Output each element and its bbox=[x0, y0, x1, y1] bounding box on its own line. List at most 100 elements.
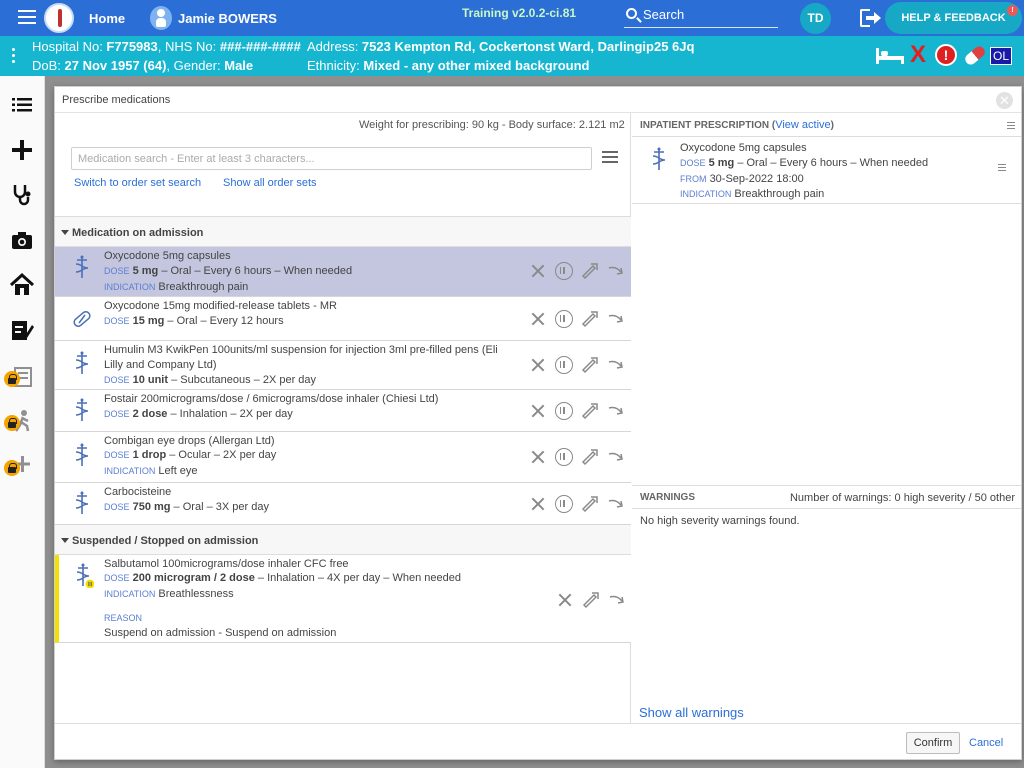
allergy-pill-icon[interactable] bbox=[963, 44, 987, 67]
stop-icon[interactable] bbox=[529, 448, 547, 466]
prescribe-edit-icon[interactable] bbox=[581, 310, 599, 328]
camera-icon[interactable] bbox=[8, 226, 36, 254]
medication-symbol-icon bbox=[75, 491, 89, 514]
gender: Male bbox=[224, 58, 254, 73]
kebab-menu-icon[interactable] bbox=[12, 48, 16, 66]
prescribe-edit-icon[interactable] bbox=[581, 495, 599, 513]
continue-icon[interactable] bbox=[607, 262, 625, 280]
ethnicity: Mixed - any other mixed background bbox=[363, 58, 590, 73]
prescribe-edit-icon[interactable] bbox=[581, 402, 599, 420]
medication-search-input[interactable] bbox=[71, 147, 592, 170]
section-title: Medication on admission bbox=[72, 227, 204, 239]
logout-icon[interactable] bbox=[860, 9, 881, 27]
confirm-button[interactable]: Confirm bbox=[906, 732, 960, 754]
user-avatar[interactable]: TD bbox=[800, 3, 831, 34]
stop-icon[interactable] bbox=[529, 402, 547, 420]
resus-status-icon[interactable]: X bbox=[910, 42, 926, 68]
lock-icon bbox=[4, 371, 20, 387]
dialog-footer: Confirm Cancel bbox=[55, 723, 1021, 760]
medication-row[interactable]: Carbocisteine DOSE 750 mg – Oral – 3X pe… bbox=[55, 483, 631, 525]
weight-info: Weight for prescribing: 90 kg - Body sur… bbox=[359, 119, 625, 131]
sidebar bbox=[0, 76, 45, 768]
medication-search-area: Switch to order set search Show all orde… bbox=[55, 137, 631, 217]
medication-row[interactable]: Oxycodone 5mg capsules DOSE 5 mg – Oral … bbox=[55, 247, 631, 297]
prescribe-medications-dialog: Prescribe medications ✕ Weight for presc… bbox=[54, 86, 1022, 760]
lock-icon bbox=[4, 415, 20, 431]
medication-row[interactable]: Combigan eye drops (Allergan Ltd) DOSE 1… bbox=[55, 432, 631, 483]
stop-icon[interactable] bbox=[529, 495, 547, 513]
prescribe-edit-icon[interactable] bbox=[581, 262, 599, 280]
help-feedback-label: HELP & FEEDBACK bbox=[901, 12, 1006, 24]
show-all-warnings-link[interactable]: Show all warnings bbox=[639, 705, 744, 720]
inpatient-menu-icon[interactable] bbox=[1007, 122, 1015, 131]
document-edit-icon[interactable] bbox=[8, 316, 36, 344]
inpatient-item[interactable]: Oxycodone 5mg capsules DOSE 5 mg – Oral … bbox=[632, 137, 1021, 204]
continue-icon[interactable] bbox=[607, 402, 625, 420]
medication-symbol-icon bbox=[652, 147, 666, 170]
dialog-title: Prescribe medications bbox=[62, 94, 171, 106]
prescribe-edit-icon[interactable] bbox=[581, 448, 599, 466]
list-icon[interactable] bbox=[8, 91, 36, 119]
continue-icon[interactable] bbox=[607, 495, 625, 513]
menu-icon[interactable] bbox=[18, 10, 36, 24]
banner-ids: Hospital No: F775983, NHS No: ###-###-##… bbox=[32, 39, 301, 54]
hamburger-menu-icon[interactable] bbox=[602, 151, 618, 166]
suspend-icon[interactable] bbox=[555, 495, 573, 513]
stop-icon[interactable] bbox=[556, 591, 574, 609]
continue-icon[interactable] bbox=[607, 448, 625, 466]
stop-icon[interactable] bbox=[529, 310, 547, 328]
banner-ethnicity: Ethnicity: Mixed - any other mixed backg… bbox=[307, 58, 590, 73]
plus-icon[interactable] bbox=[8, 136, 36, 164]
alert-icon[interactable]: ! bbox=[935, 44, 957, 66]
help-badge: ! bbox=[1007, 5, 1018, 16]
global-search[interactable]: Search bbox=[624, 5, 778, 28]
section-medication-on-admission[interactable]: Medication on admission bbox=[55, 217, 631, 247]
section-suspended-stopped[interactable]: Suspended / Stopped on admission bbox=[55, 525, 631, 555]
section-title: Suspended / Stopped on admission bbox=[72, 535, 259, 547]
app-logo-icon[interactable] bbox=[44, 3, 74, 33]
show-all-order-sets-link[interactable]: Show all order sets bbox=[223, 177, 317, 189]
continue-icon[interactable] bbox=[607, 310, 625, 328]
cancel-button[interactable]: Cancel bbox=[969, 737, 1003, 749]
continue-icon[interactable] bbox=[607, 356, 625, 374]
switch-order-set-link[interactable]: Switch to order set search bbox=[74, 177, 201, 189]
suspend-icon[interactable] bbox=[555, 402, 573, 420]
prescribe-edit-icon[interactable] bbox=[581, 356, 599, 374]
row-actions bbox=[529, 495, 629, 515]
prescribe-edit-icon[interactable] bbox=[582, 591, 600, 609]
suspend-icon[interactable] bbox=[555, 262, 573, 280]
suspend-icon[interactable] bbox=[555, 448, 573, 466]
suspend-icon[interactable] bbox=[555, 310, 573, 328]
warnings-count: Number of warnings: 0 high severity / 50… bbox=[789, 492, 1015, 504]
item-menu-icon[interactable] bbox=[998, 164, 1006, 173]
inpatient-header: INPATIENT PRESCRIPTION (View active) bbox=[632, 113, 1021, 137]
home-link[interactable]: Home bbox=[89, 11, 125, 26]
stop-icon[interactable] bbox=[529, 262, 547, 280]
view-active-link[interactable]: View active bbox=[775, 119, 830, 131]
training-version: Training v2.0.2-ci.81 bbox=[462, 6, 577, 20]
close-icon[interactable]: ✕ bbox=[996, 92, 1013, 109]
house-icon[interactable] bbox=[8, 271, 36, 299]
ol-badge[interactable]: OL bbox=[990, 47, 1012, 65]
help-feedback-button[interactable]: HELP & FEEDBACK ! bbox=[885, 2, 1022, 34]
medication-symbol-icon bbox=[76, 563, 94, 588]
row-actions bbox=[529, 448, 629, 468]
patient-name[interactable]: Jamie BOWERS bbox=[178, 11, 277, 26]
search-icon bbox=[626, 8, 637, 19]
stop-icon[interactable] bbox=[529, 356, 547, 374]
medication-list-pane: Weight for prescribing: 90 kg - Body sur… bbox=[55, 113, 631, 723]
continue-icon[interactable] bbox=[608, 591, 626, 609]
row-actions bbox=[556, 591, 636, 611]
dialog-header: Prescribe medications ✕ bbox=[55, 87, 1021, 113]
medication-row[interactable]: Humulin M3 KwikPen 100units/ml suspensio… bbox=[55, 341, 631, 390]
bed-icon[interactable] bbox=[876, 48, 904, 64]
medication-row[interactable]: Oxycodone 15mg modified-release tablets … bbox=[55, 297, 631, 341]
medication-row[interactable]: Salbutamol 100micrograms/dose inhaler CF… bbox=[55, 555, 631, 643]
collapse-triangle-icon bbox=[61, 538, 69, 543]
medication-row[interactable]: Fostair 200micrograms/dose / 6micrograms… bbox=[55, 390, 631, 432]
suspend-icon[interactable] bbox=[555, 356, 573, 374]
top-bar: Home Jamie BOWERS Training v2.0.2-ci.81 … bbox=[0, 0, 1024, 36]
stethoscope-icon[interactable] bbox=[8, 180, 36, 208]
row-actions bbox=[529, 310, 629, 330]
banner-address: Address: 7523 Kempton Rd, Cockertonst Wa… bbox=[307, 39, 695, 54]
